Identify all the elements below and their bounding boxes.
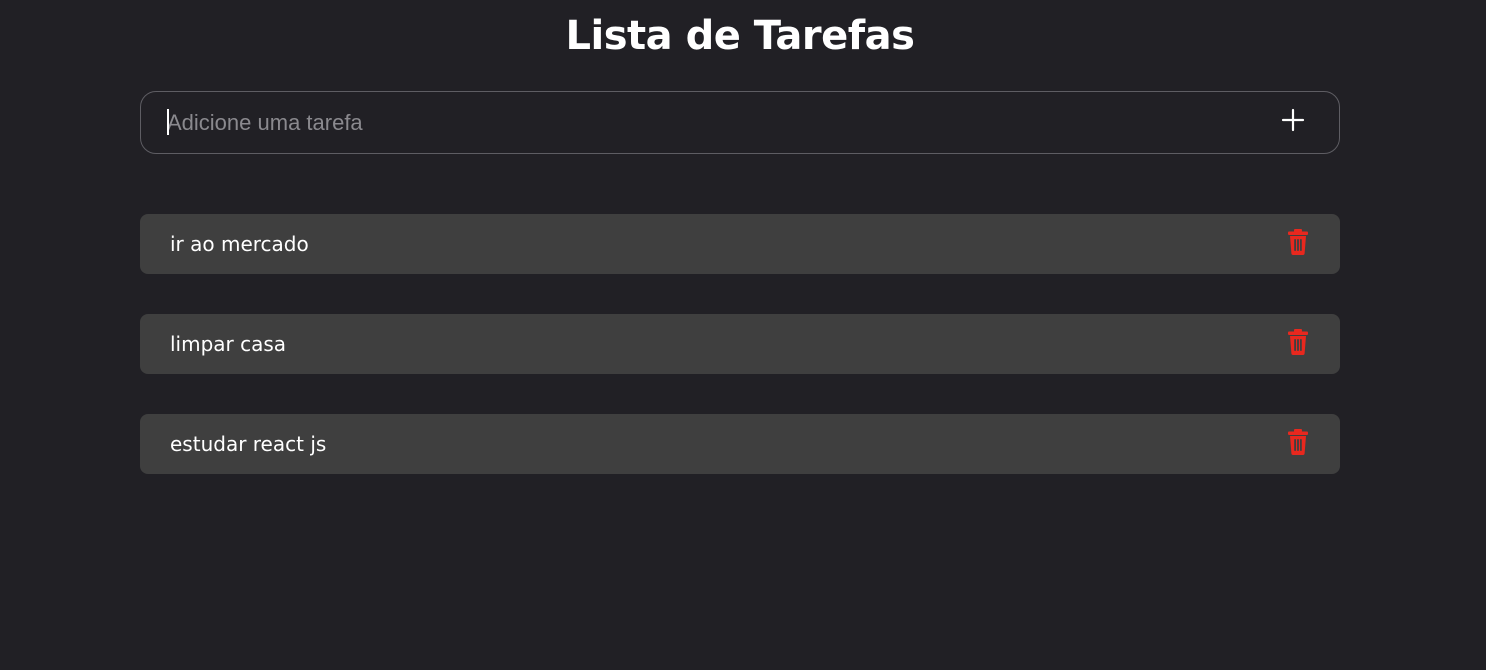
task-item: ir ao mercado bbox=[140, 214, 1340, 274]
task-input[interactable] bbox=[167, 92, 1247, 153]
task-list: ir ao mercado limpar casa estudar react … bbox=[140, 214, 1340, 514]
trash-icon bbox=[1288, 229, 1308, 255]
plus-icon bbox=[1281, 108, 1305, 132]
delete-task-button[interactable] bbox=[1286, 328, 1310, 356]
add-task-button[interactable] bbox=[1272, 105, 1312, 137]
task-text: limpar casa bbox=[170, 332, 287, 356]
add-task-form bbox=[140, 91, 1340, 154]
delete-task-button[interactable] bbox=[1286, 428, 1310, 456]
task-text: ir ao mercado bbox=[170, 232, 309, 256]
text-cursor bbox=[167, 109, 169, 135]
page-title: Lista de Tarefas bbox=[565, 13, 915, 59]
task-item: limpar casa bbox=[140, 314, 1340, 374]
trash-icon bbox=[1288, 329, 1308, 355]
delete-task-button[interactable] bbox=[1286, 228, 1310, 256]
task-text: estudar react js bbox=[170, 432, 327, 456]
task-item: estudar react js bbox=[140, 414, 1340, 474]
trash-icon bbox=[1288, 429, 1308, 455]
